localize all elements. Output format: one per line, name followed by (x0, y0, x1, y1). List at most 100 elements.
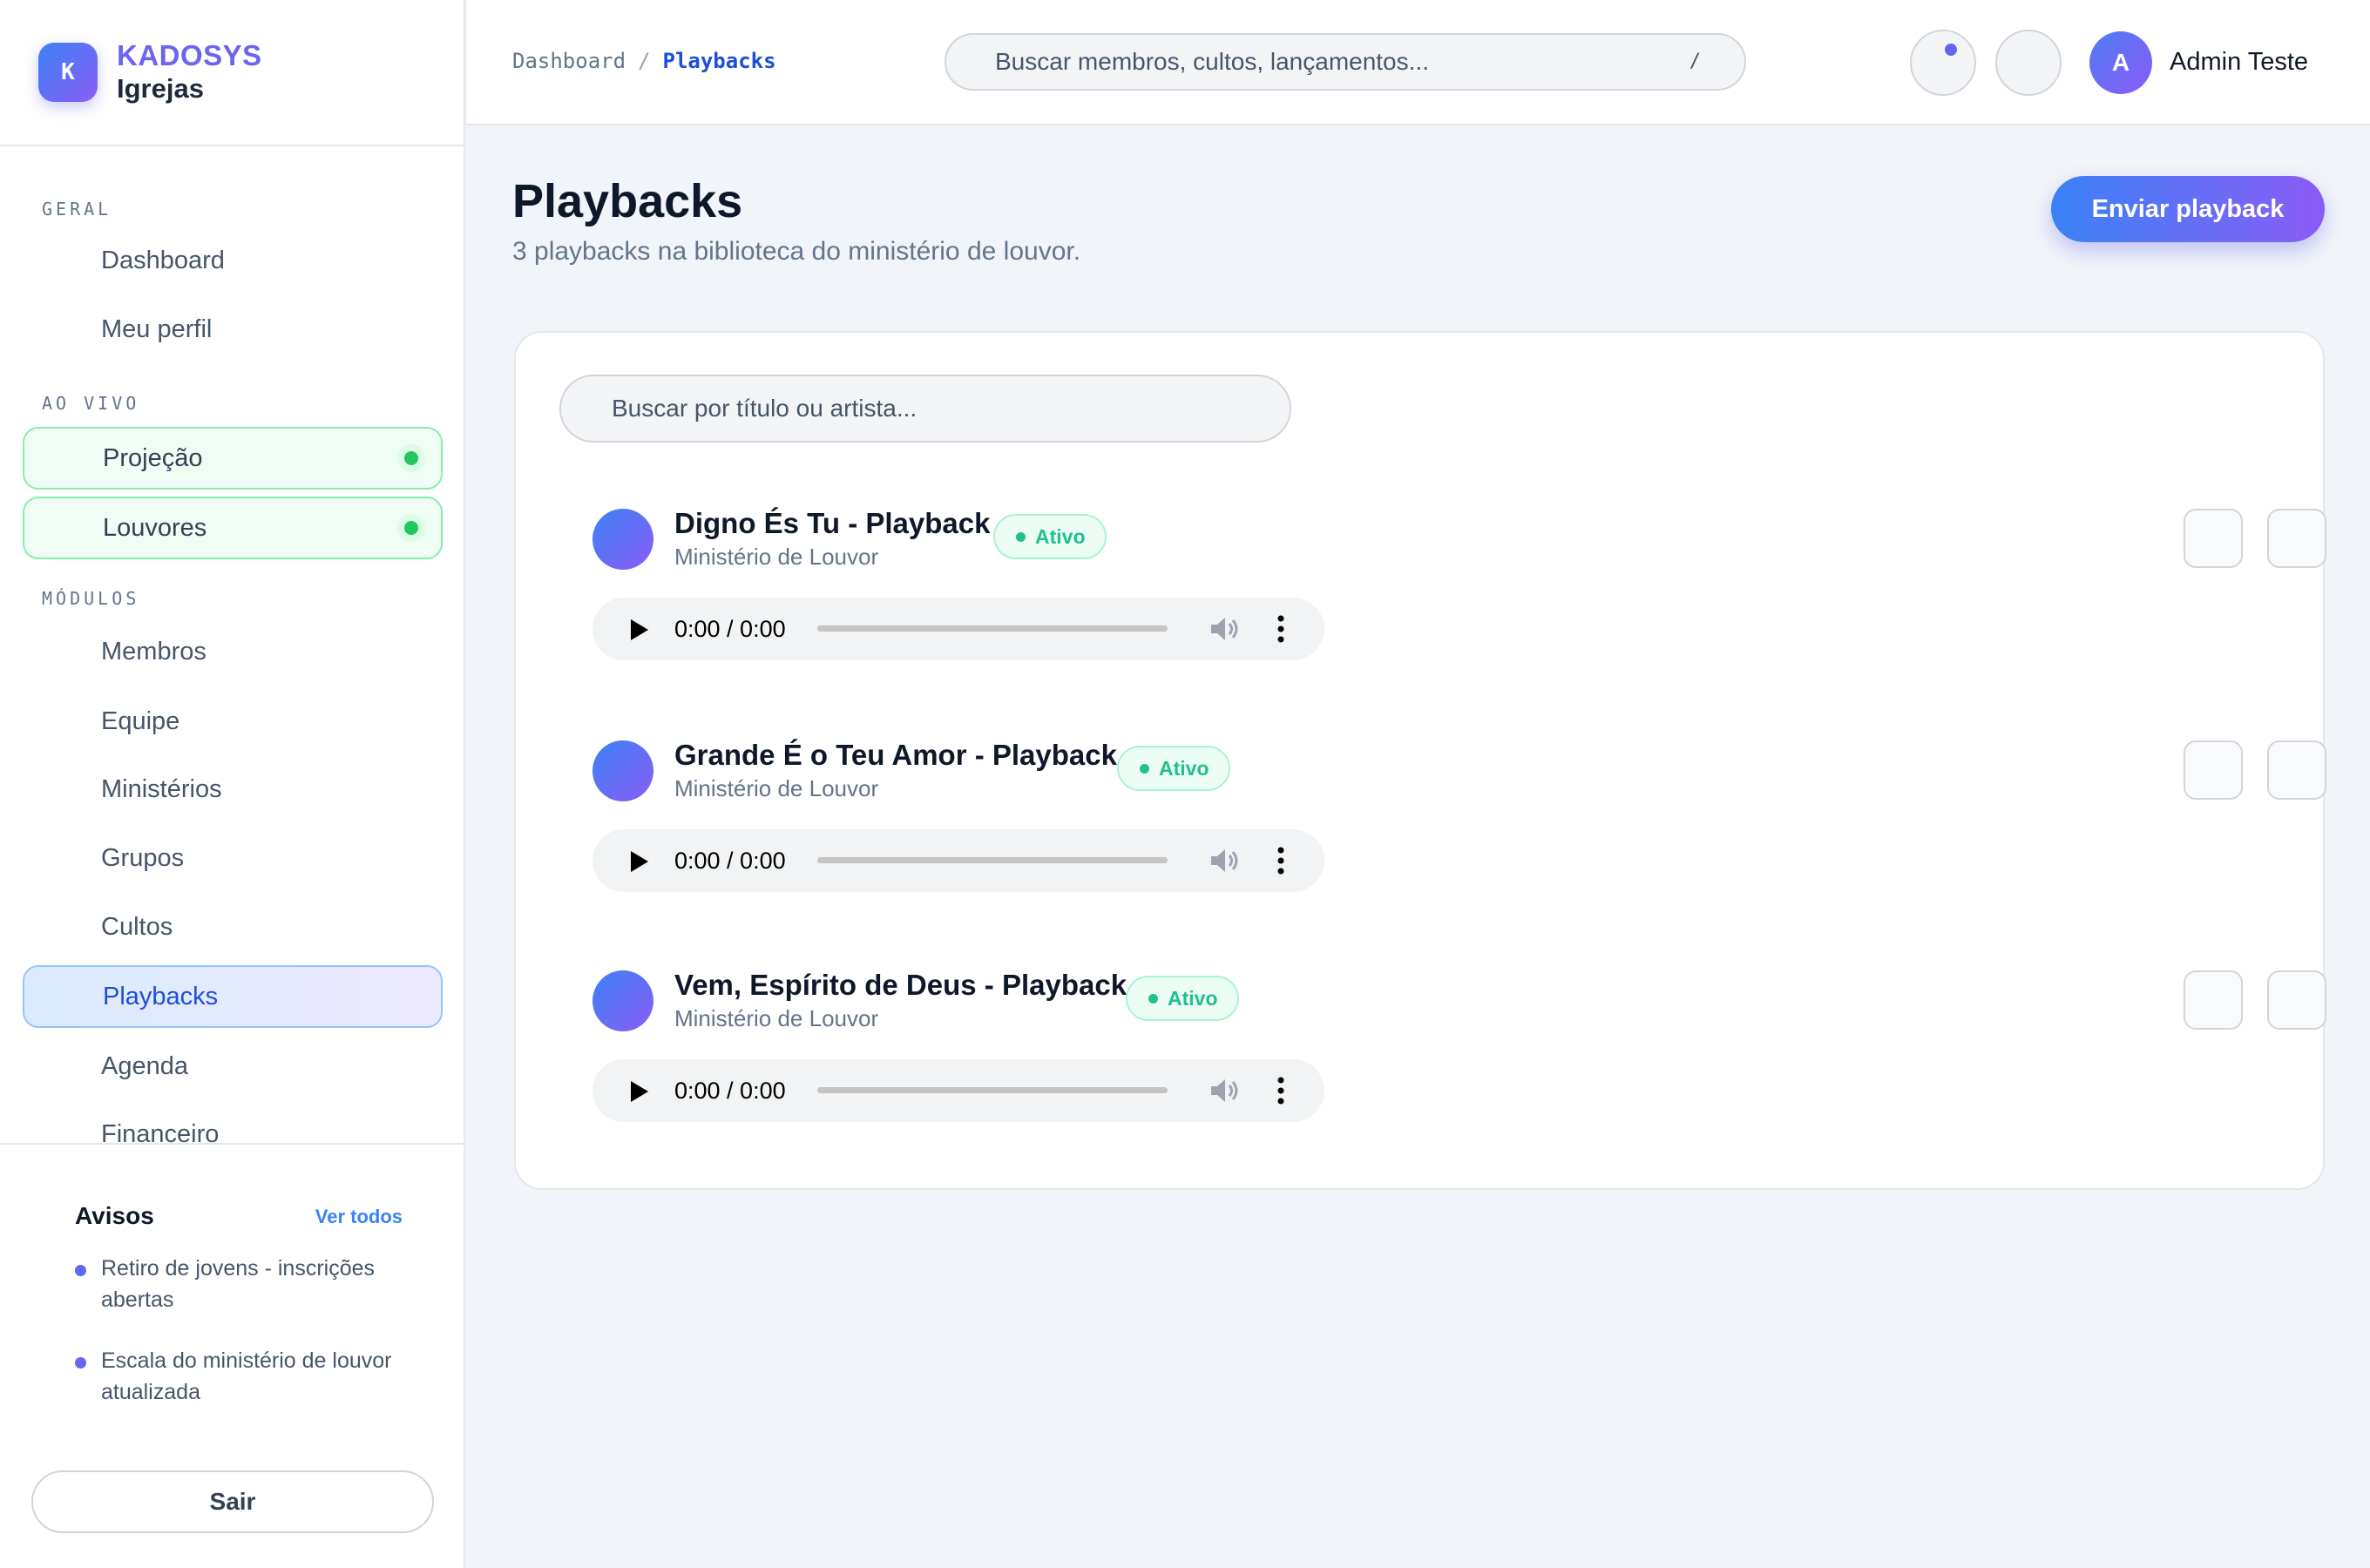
send-playback-button[interactable]: Enviar playback (2051, 176, 2325, 242)
more-options-icon[interactable] (1277, 615, 1284, 643)
sidebar-item-label: Agenda (101, 1051, 188, 1080)
sidebar-item-membros[interactable]: Membros (23, 620, 443, 683)
delete-button[interactable] (2267, 740, 2326, 800)
sidebar-item-label: Meu perfil (101, 314, 213, 343)
page-title: Playbacks (512, 175, 743, 227)
search-placeholder: Buscar membros, cultos, lançamentos... (995, 48, 1429, 75)
delete-button[interactable] (2267, 509, 2326, 568)
playbacks-card: Buscar por título ou artista... Digno És… (514, 331, 2326, 1190)
global-search-input[interactable]: Buscar membros, cultos, lançamentos... / (945, 33, 1746, 91)
status-badge: Ativo (1126, 976, 1239, 1021)
playback-search-input[interactable]: Buscar por título ou artista... (559, 375, 1291, 443)
edit-button[interactable] (2184, 970, 2243, 1030)
status-badge: Ativo (1117, 746, 1230, 791)
breadcrumb-root[interactable]: Dashboard (512, 49, 626, 73)
play-icon[interactable] (631, 1081, 648, 1102)
sidebar-item-grupos[interactable]: Grupos (23, 827, 443, 889)
nav-section-modulos: MÓDULOS (42, 588, 140, 609)
audio-progress-slider[interactable] (817, 857, 1168, 863)
live-indicator-icon (397, 514, 425, 542)
nav-section-geral: GERAL (42, 199, 112, 220)
brand[interactable]: K KADOSYS Igrejas (0, 0, 464, 146)
status-badge: Ativo (993, 514, 1107, 559)
sidebar-item-label: Grupos (101, 843, 185, 872)
sidebar-item-playbacks[interactable]: Playbacks (23, 965, 443, 1028)
breadcrumb-separator: / (638, 49, 651, 73)
aviso-item[interactable]: Escala do ministério de louvor atualizad… (75, 1345, 406, 1408)
user-name[interactable]: Admin Teste (2170, 48, 2308, 77)
audio-time: 0:00 / 0:00 (674, 616, 786, 642)
playback-title: Vem, Espírito de Deus - Playback (674, 969, 1127, 1001)
sidebar-item-label: Financeiro (101, 1119, 220, 1144)
sidebar: K KADOSYS Igrejas GERAL Dashboard Meu pe… (0, 0, 465, 1568)
aviso-text: Escala do ministério de louvor atualizad… (101, 1348, 392, 1404)
brand-name: KADOSYS (117, 39, 262, 71)
playback-item: Vem, Espírito de Deus - Playback Ministé… (592, 969, 2326, 1125)
ver-todos-link[interactable]: Ver todos (315, 1206, 403, 1228)
play-icon[interactable] (631, 851, 648, 872)
audio-time: 0:00 / 0:00 (674, 1078, 786, 1104)
music-icon (592, 509, 653, 570)
sidebar-item-projecao[interactable]: Projeção (23, 427, 443, 490)
volume-icon[interactable] (1209, 1077, 1241, 1105)
aviso-text: Retiro de jovens - inscrições abertas (101, 1256, 376, 1312)
search-placeholder: Buscar por título ou artista... (612, 395, 918, 422)
avisos-panel: Avisos Ver todos Retiro de jovens - insc… (0, 1143, 464, 1568)
playback-title: Grande É o Teu Amor - Playback (674, 739, 1117, 771)
notification-dot-icon (1945, 44, 1957, 56)
playback-artist: Ministério de Louvor (674, 1005, 879, 1031)
music-icon (592, 970, 653, 1031)
sidebar-item-label: Equipe (101, 706, 180, 735)
sidebar-item-louvores[interactable]: Louvores (23, 497, 443, 559)
audio-player: 0:00 / 0:00 (592, 829, 1324, 892)
audio-progress-slider[interactable] (817, 1087, 1168, 1093)
more-options-icon[interactable] (1277, 847, 1284, 875)
user-avatar[interactable]: A (2089, 31, 2152, 94)
playback-item: Digno És Tu - Playback Ministério de Lou… (592, 507, 2326, 664)
brand-subtitle: Igrejas (117, 73, 204, 104)
sidebar-item-financeiro[interactable]: Financeiro (23, 1103, 443, 1144)
sidebar-item-meu-perfil[interactable]: Meu perfil (23, 298, 443, 361)
sidebar-item-label: Playbacks (103, 982, 219, 1010)
sidebar-item-cultos[interactable]: Cultos (23, 896, 443, 958)
audio-progress-slider[interactable] (817, 625, 1168, 632)
aviso-item[interactable]: Retiro de jovens - inscrições abertas (75, 1253, 406, 1315)
audio-player: 0:00 / 0:00 (592, 598, 1324, 660)
audio-time: 0:00 / 0:00 (674, 848, 786, 874)
sidebar-item-label: Projeção (103, 443, 203, 472)
sidebar-item-agenda[interactable]: Agenda (23, 1035, 443, 1098)
sidebar-item-label: Cultos (101, 912, 173, 941)
volume-icon[interactable] (1209, 615, 1241, 643)
logout-button[interactable]: Sair (31, 1470, 434, 1533)
delete-button[interactable] (2267, 970, 2326, 1030)
bullet-icon (75, 1265, 86, 1276)
brand-logo: K (38, 43, 98, 102)
playback-artist: Ministério de Louvor (674, 775, 879, 801)
bullet-icon (75, 1357, 86, 1369)
playback-artist: Ministério de Louvor (674, 544, 879, 570)
breadcrumb: Dashboard / Playbacks (512, 49, 776, 73)
live-indicator-icon (397, 444, 425, 472)
sidebar-item-dashboard[interactable]: Dashboard (23, 229, 443, 292)
avisos-title: Avisos (75, 1202, 154, 1229)
sidebar-item-label: Ministérios (101, 774, 222, 803)
search-shortcut-hint: / (1689, 51, 1701, 72)
theme-toggle-button[interactable] (1995, 30, 2062, 96)
page-subtitle: 3 playbacks na biblioteca do ministério … (512, 237, 1081, 266)
edit-button[interactable] (2184, 740, 2243, 800)
music-icon (592, 740, 653, 801)
audio-player: 0:00 / 0:00 (592, 1059, 1324, 1122)
sidebar-item-ministerios[interactable]: Ministérios (23, 758, 443, 821)
sidebar-item-label: Dashboard (101, 246, 225, 274)
volume-icon[interactable] (1209, 847, 1241, 875)
breadcrumb-current: Playbacks (662, 49, 776, 73)
playback-item: Grande É o Teu Amor - Playback Ministéri… (592, 739, 2326, 896)
nav-section-ao-vivo: AO VIVO (42, 393, 140, 414)
sidebar-nav: GERAL Dashboard Meu perfil AO VIVO Proje… (0, 146, 464, 1143)
play-icon[interactable] (631, 619, 648, 640)
sidebar-item-equipe[interactable]: Equipe (23, 690, 443, 753)
topbar: Dashboard / Playbacks Buscar membros, cult… (467, 0, 2370, 125)
edit-button[interactable] (2184, 509, 2243, 568)
notifications-button[interactable] (1910, 30, 1976, 96)
more-options-icon[interactable] (1277, 1077, 1284, 1105)
